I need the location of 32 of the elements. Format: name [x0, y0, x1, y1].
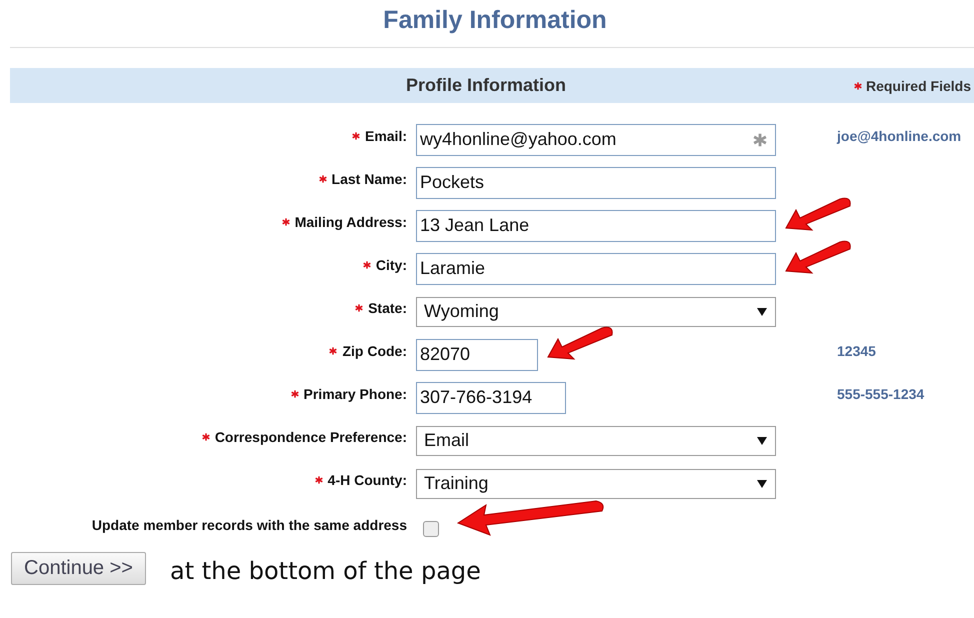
checkbox-label: Update member records with the same address	[92, 516, 407, 532]
dropdown[interactable]: Wyoming	[416, 296, 776, 326]
section-title: Profile Information	[406, 75, 566, 96]
field-label: Mailing Address:	[294, 214, 407, 230]
field-label: 4-H County:	[328, 472, 407, 488]
dropdown[interactable]: Training	[416, 468, 776, 498]
caret-icon	[757, 480, 767, 488]
required-fields-note: Required Fields	[866, 78, 971, 94]
continue-button[interactable]: Continue >>	[11, 552, 146, 585]
checkbox[interactable]	[423, 520, 439, 536]
input-field[interactable]: wy4honline@yahoo.com	[416, 124, 776, 156]
field-label: City:	[376, 256, 407, 272]
field-label: Email:	[364, 128, 407, 144]
input-field[interactable]: 13 Jean Lane	[416, 210, 776, 242]
field-label: Primary Phone:	[304, 386, 407, 402]
required-icon	[854, 82, 862, 90]
field-label: Last Name:	[332, 170, 407, 186]
input-field[interactable]: Laramie	[416, 252, 776, 284]
example-hint: joe@4honline.com	[837, 128, 962, 144]
page-title: Family Information	[382, 5, 608, 35]
caret-icon	[757, 436, 767, 444]
caption-text: at the bottom of the page	[170, 557, 481, 585]
field-label: Zip Code:	[342, 342, 407, 358]
caret-icon	[757, 308, 767, 316]
field-label: State:	[368, 300, 407, 316]
example-hint: 555-555-1234	[837, 386, 924, 402]
example-hint: 12345	[837, 342, 876, 358]
input-field[interactable]: 82070	[416, 338, 538, 370]
dropdown[interactable]: Email	[416, 426, 776, 456]
input-field[interactable]: 307-766-3194	[416, 382, 566, 414]
input-field[interactable]: Pockets	[416, 166, 776, 198]
field-label: Correspondence Preference:	[214, 428, 407, 444]
